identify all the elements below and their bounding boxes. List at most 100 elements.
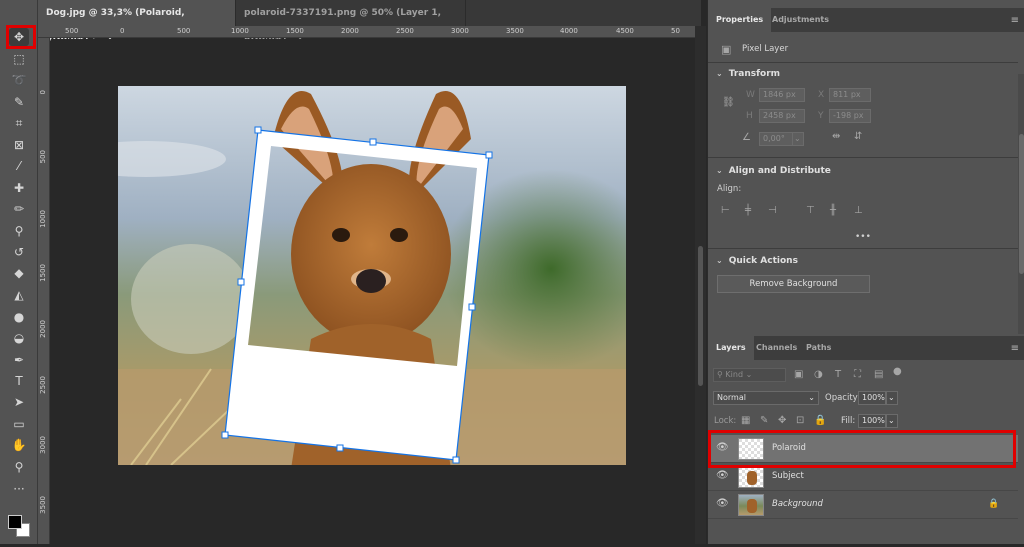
y-field[interactable]: -198 px [829, 109, 871, 123]
layer-filter-select[interactable]: ⚲ Kind ⌄ [713, 368, 786, 382]
document-canvas[interactable] [51, 39, 695, 544]
filter-toggle-icon[interactable]: ● [893, 366, 902, 377]
layers-menu-icon[interactable]: ≡ [1011, 343, 1019, 354]
transform-handle[interactable] [254, 126, 262, 134]
align-left-icon[interactable]: ⊢ [721, 205, 730, 216]
canvas-scrollbar[interactable] [695, 26, 706, 544]
quick-select-tool-icon[interactable]: ✎ [9, 93, 29, 111]
layer-row-background[interactable]: 👁 Background 🔒 [708, 491, 1018, 519]
flip-horizontal-icon[interactable]: ⇹ [832, 131, 840, 142]
layers-tabs: Layers Channels Paths ≡ [708, 336, 1024, 360]
transform-section-header[interactable]: ⌄ Transform [716, 69, 780, 79]
hand-tool-icon[interactable]: ✋ [9, 436, 29, 454]
x-field[interactable]: 811 px [829, 88, 871, 102]
visibility-eye-icon[interactable]: 👁 [716, 498, 729, 509]
tab-paths[interactable]: Paths [798, 336, 839, 360]
tab-channels[interactable]: Channels [748, 336, 805, 360]
quick-actions-header[interactable]: ⌄ Quick Actions [716, 256, 798, 266]
visibility-eye-icon[interactable]: 👁 [716, 470, 729, 481]
w-label: W [746, 90, 755, 100]
crop-tool-icon[interactable]: ⌗ [9, 114, 29, 132]
stamp-tool-icon[interactable]: ⚲ [9, 222, 29, 240]
link-icon[interactable]: ⛓ [722, 97, 735, 108]
align-section-header[interactable]: ⌄ Align and Distribute [716, 166, 831, 176]
transform-handle[interactable] [468, 303, 476, 311]
panel-menu-icon[interactable]: ≡ [1011, 15, 1019, 26]
lock-position-icon[interactable]: ✥ [778, 415, 786, 426]
align-right-icon[interactable]: ⊣ [768, 205, 777, 216]
lock-label: Lock: [714, 416, 737, 426]
filter-type-icon[interactable]: T [835, 369, 841, 380]
chevron-down-icon: ⌄ [716, 256, 723, 265]
lasso-tool-icon[interactable]: ➰ [9, 71, 29, 89]
ruler-tick-label: 1500 [286, 27, 304, 35]
canvas-area[interactable] [51, 39, 695, 544]
ruler-tick-label: 1500 [39, 264, 47, 282]
tab-adjustments[interactable]: Adjustments [764, 8, 837, 32]
blur-tool-icon[interactable]: ● [9, 308, 29, 326]
angle-field[interactable]: 0,00° [759, 132, 793, 146]
more-tools-icon[interactable]: ··· [9, 480, 29, 498]
layer-name[interactable]: Subject [772, 471, 804, 481]
frame-tool-icon[interactable]: ⊠ [9, 136, 29, 154]
eraser-tool-icon[interactable]: ◆ [9, 264, 29, 282]
tab-layers[interactable]: Layers [708, 336, 754, 360]
ruler-tick-label: 3000 [39, 436, 47, 454]
tab-polaroid-document[interactable]: polaroid-7337191.png @ 50% (Layer 1, RGB… [236, 0, 466, 44]
align-label: Align: [717, 184, 742, 194]
pen-tool-icon[interactable]: ✒ [9, 351, 29, 369]
lock-transparent-icon[interactable]: ▦ [741, 415, 750, 426]
transform-handle[interactable] [237, 278, 245, 286]
transform-handle[interactable] [336, 444, 344, 452]
opacity-label: Opacity: [825, 393, 860, 403]
rectangle-tool-icon[interactable]: ▭ [9, 415, 29, 433]
width-field[interactable]: 1846 px [759, 88, 805, 102]
fill-slider-icon[interactable]: ⌄ [886, 414, 898, 428]
align-center-h-icon[interactable]: ╪ [745, 205, 751, 216]
fill-field[interactable]: 100% [858, 414, 886, 428]
dodge-tool-icon[interactable]: ◒ [9, 329, 29, 347]
tools-panel: ✥ ⬚ ➰ ✎ ⌗ ⊠ ⁄ ✚ ✏ ⚲ ↺ ◆ ◭ ● ◒ ✒ T ➤ ▭ ✋ ⚲ ··· [0, 0, 38, 544]
transform-handle[interactable] [485, 151, 493, 159]
align-top-icon[interactable]: ⊤ [806, 205, 815, 216]
filter-pixel-icon[interactable]: ▣ [794, 369, 803, 380]
flip-vertical-icon[interactable]: ⇵ [854, 131, 862, 142]
scrollbar-thumb[interactable] [1019, 134, 1024, 274]
eyedropper-tool-icon[interactable]: ⁄ [9, 157, 29, 175]
type-tool-icon[interactable]: T [9, 372, 29, 390]
marquee-tool-icon[interactable]: ⬚ [9, 50, 29, 68]
blend-mode-select[interactable]: Normal ⌄ [713, 391, 819, 405]
foreground-color-swatch[interactable] [8, 515, 22, 529]
path-select-tool-icon[interactable]: ➤ [9, 393, 29, 411]
lock-pixels-icon[interactable]: ✎ [760, 415, 768, 426]
transform-handle[interactable] [369, 138, 377, 146]
tab-properties[interactable]: Properties [708, 8, 772, 32]
filter-smart-object-icon[interactable]: ▤ [874, 369, 883, 380]
properties-scrollbar[interactable] [1018, 74, 1024, 334]
transform-handle[interactable] [221, 431, 229, 439]
opacity-slider-icon[interactable]: ⌄ [886, 391, 898, 405]
more-options-icon[interactable]: ••• [855, 232, 871, 242]
healing-tool-icon[interactable]: ✚ [9, 179, 29, 197]
section-title: Quick Actions [728, 256, 798, 266]
tab-dog-document[interactable]: Dog.jpg @ 33,3% (Polaroid, RGB/8#) *× [38, 0, 236, 44]
align-bottom-icon[interactable]: ⊥ [854, 205, 863, 216]
history-brush-tool-icon[interactable]: ↺ [9, 243, 29, 261]
angle-dropdown-icon[interactable]: ⌄ [792, 132, 804, 146]
transform-handle[interactable] [452, 456, 460, 464]
opacity-field[interactable]: 100% [858, 391, 886, 405]
y-label: Y [818, 111, 824, 121]
paint-bucket-tool-icon[interactable]: ◭ [9, 286, 29, 304]
chevron-down-icon: ⌄ [808, 393, 815, 402]
lock-all-icon[interactable]: 🔒 [814, 415, 826, 426]
zoom-tool-icon[interactable]: ⚲ [9, 458, 29, 476]
filter-shape-icon[interactable]: ⛶ [854, 369, 861, 380]
remove-background-button[interactable]: Remove Background [717, 275, 870, 293]
layer-name[interactable]: Background [772, 499, 823, 509]
align-middle-v-icon[interactable]: ╫ [830, 205, 836, 216]
brush-tool-icon[interactable]: ✏ [9, 200, 29, 218]
scrollbar-thumb[interactable] [698, 246, 703, 386]
filter-adjustment-icon[interactable]: ◑ [814, 369, 823, 380]
lock-artboard-icon[interactable]: ⊡ [796, 415, 804, 426]
height-field[interactable]: 2458 px [759, 109, 805, 123]
